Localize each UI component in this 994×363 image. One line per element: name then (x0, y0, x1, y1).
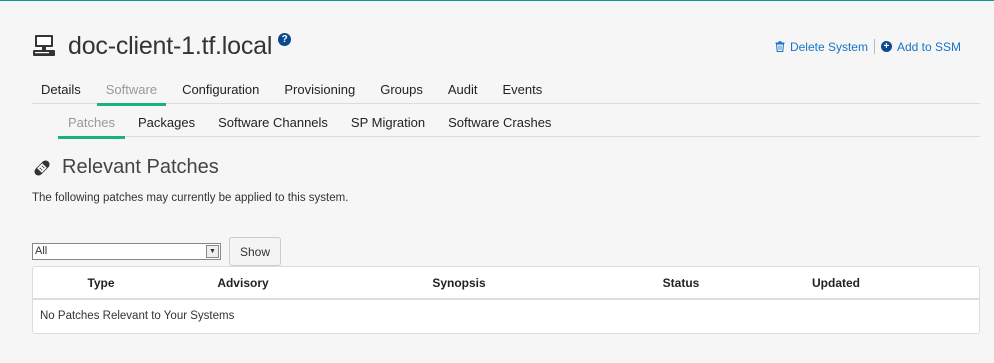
subtab-software-channels[interactable]: Software Channels (208, 111, 338, 137)
subtab-packages[interactable]: Packages (128, 111, 205, 137)
column-header-type[interactable]: Type (33, 276, 169, 290)
page-title: doc-client-1.tf.local (68, 31, 273, 60)
section-header: Relevant Patches (32, 156, 219, 179)
add-to-ssm-label: Add to SSM (896, 39, 961, 54)
dropdown-arrow-icon[interactable]: ▼ (206, 245, 219, 258)
subtab-sp-migration[interactable]: SP Migration (341, 111, 435, 137)
plus-circle-icon: + (880, 41, 892, 52)
tab-details[interactable]: Details (32, 78, 90, 104)
subtab-patches[interactable]: Patches (58, 111, 125, 139)
header-actions: Delete System + Add to SSM (775, 39, 961, 54)
show-button[interactable]: Show (229, 237, 281, 266)
column-header-status[interactable]: Status (601, 276, 761, 290)
subtab-software-crashes[interactable]: Software Crashes (438, 111, 561, 137)
tab-software[interactable]: Software (96, 78, 167, 106)
tab-audit[interactable]: Audit (439, 78, 487, 104)
action-separator (873, 39, 875, 54)
sub-tabs: Patches Packages Software Channels SP Mi… (58, 111, 980, 139)
patches-table: Type Advisory Synopsis Status Updated No… (32, 266, 980, 334)
section-description: The following patches may currently be a… (32, 192, 349, 204)
main-tabs: Details Software Configuration Provision… (32, 78, 980, 106)
tab-configuration[interactable]: Configuration (173, 78, 268, 104)
patch-filter-value: All (35, 245, 48, 257)
system-icon (33, 35, 55, 56)
delete-system-label: Delete System (789, 39, 868, 54)
tab-events[interactable]: Events (494, 78, 552, 104)
tab-provisioning[interactable]: Provisioning (275, 78, 364, 104)
filter-row: All ▼ Show (32, 237, 281, 266)
table-header: Type Advisory Synopsis Status Updated (33, 267, 979, 300)
empty-table-message: No Patches Relevant to Your Systems (40, 310, 235, 322)
column-header-advisory[interactable]: Advisory (169, 276, 317, 290)
column-header-updated[interactable]: Updated (761, 276, 911, 290)
help-icon[interactable]: ? (278, 32, 292, 46)
trash-icon (775, 41, 785, 52)
column-header-synopsis[interactable]: Synopsis (317, 276, 601, 290)
bandaid-icon (34, 159, 50, 176)
section-title: Relevant Patches (62, 156, 219, 178)
page-header: doc-client-1.tf.local ? (32, 28, 292, 64)
delete-system-link[interactable]: Delete System (775, 40, 868, 54)
tab-groups[interactable]: Groups (371, 78, 432, 104)
top-accent-line (0, 0, 994, 1)
patch-filter-select[interactable]: All ▼ (32, 243, 221, 260)
add-to-ssm-link[interactable]: + Add to SSM (880, 39, 961, 54)
